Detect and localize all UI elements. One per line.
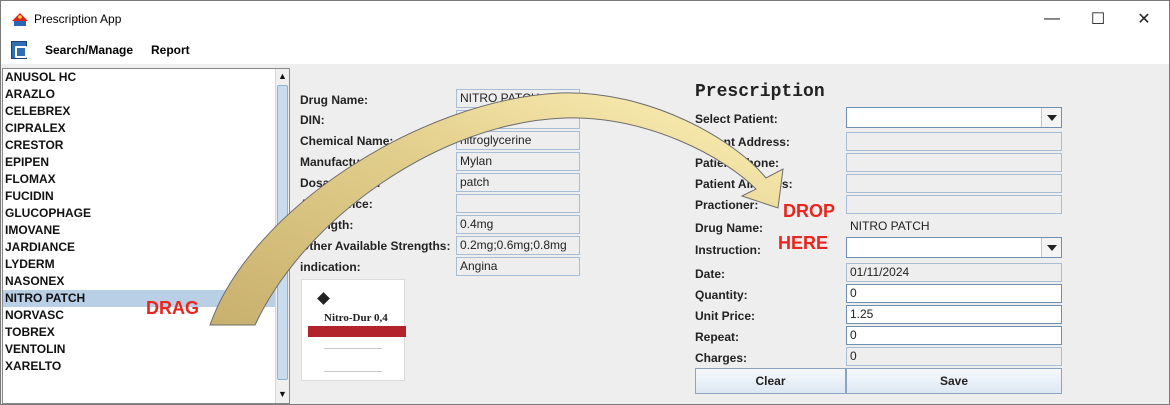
minimize-button[interactable]: — — [1029, 1, 1075, 37]
indication-field: Angina — [456, 257, 580, 276]
drug-name-label: Drug Name: — [300, 93, 369, 107]
patient-allergies-field — [846, 174, 1062, 193]
list-scrollbar[interactable]: ▲ ▼ — [275, 69, 289, 403]
list-item[interactable]: NORVASC — [3, 307, 277, 324]
close-button[interactable]: ✕ — [1121, 1, 1167, 37]
list-item[interactable]: VENTOLIN — [3, 341, 277, 358]
patient-phone-field — [846, 153, 1062, 172]
chemical-name-field: nitroglycerine — [456, 131, 580, 150]
quantity-input[interactable]: 0 — [846, 284, 1062, 303]
appearance-field — [456, 194, 580, 213]
drug-list-panel: ANUSOL HC ARAZLO CELEBREX CIPRALEX CREST… — [2, 68, 290, 404]
menu-report[interactable]: Report — [151, 43, 190, 57]
list-item[interactable]: CIPRALEX — [3, 120, 277, 137]
list-item[interactable]: ARAZLO — [3, 86, 277, 103]
din-label: DIN: — [300, 113, 325, 127]
patient-address-field — [846, 132, 1062, 151]
list-item[interactable]: NASONEX — [3, 273, 277, 290]
select-patient-label: Select Patient: — [695, 112, 778, 126]
quantity-label: Quantity: — [695, 288, 748, 302]
save-button[interactable]: Save — [846, 368, 1062, 394]
date-label: Date: — [695, 267, 726, 281]
menu-bar: Search/Manage Report — [1, 37, 1169, 64]
patient-phone-label: Patient Phone: — [695, 156, 780, 170]
chevron-down-icon[interactable] — [1041, 108, 1061, 127]
other-strengths-label: Other Available Strengths: — [300, 239, 451, 253]
window-title: Prescription App — [34, 12, 122, 26]
drug-package-image: Nitro-Dur 0,4 — [301, 279, 406, 381]
list-item[interactable]: FUCIDIN — [3, 188, 277, 205]
charges-label: Charges: — [695, 351, 748, 365]
drug-list[interactable]: ANUSOL HC ARAZLO CELEBREX CIPRALEX CREST… — [3, 69, 277, 375]
list-item[interactable]: CELEBREX — [3, 103, 277, 120]
dosage-form-label: Dosage Form: — [300, 176, 381, 190]
appearance-label: Appearance: — [300, 197, 373, 211]
strength-label: Strength: — [300, 218, 354, 232]
list-item[interactable]: GLUCOPHAGE — [3, 205, 277, 222]
rx-drug-name-label: Drug Name: — [695, 221, 764, 235]
manufacturer-label: Manufacturer: — [300, 155, 381, 169]
list-item[interactable]: FLOMAX — [3, 171, 277, 188]
instruction-dropdown[interactable] — [846, 237, 1062, 258]
other-strengths-field: 0.2mg;0.6mg;0.8mg — [456, 236, 580, 255]
calculator-icon — [11, 41, 27, 59]
scroll-thumb[interactable] — [277, 85, 288, 380]
clear-button[interactable]: Clear — [695, 368, 846, 394]
chevron-down-icon[interactable] — [1041, 238, 1061, 257]
drug-name-field: NITRO PATCH — [456, 89, 580, 108]
strength-field: 0.4mg — [456, 215, 580, 234]
date-field: 01/11/2024 — [846, 263, 1062, 282]
list-item[interactable]: LYDERM — [3, 256, 277, 273]
indication-label: indication: — [300, 260, 361, 274]
list-item[interactable]: TOBREX — [3, 324, 277, 341]
title-bar: Prescription App — ☐ ✕ — [1, 1, 1169, 37]
list-item[interactable]: JARDIANCE — [3, 239, 277, 256]
select-patient-dropdown[interactable] — [846, 107, 1062, 128]
package-brand-text: Nitro-Dur 0,4 — [324, 312, 388, 324]
scroll-up-icon[interactable]: ▲ — [276, 69, 289, 83]
app-window: Prescription App — ☐ ✕ Search/Manage Rep… — [0, 0, 1170, 405]
charges-field: 0 — [846, 347, 1062, 366]
dosage-form-field: patch — [456, 173, 580, 192]
list-item-selected[interactable]: NITRO PATCH — [3, 290, 277, 307]
maximize-button[interactable]: ☐ — [1075, 1, 1121, 37]
repeat-input[interactable]: 0 — [846, 326, 1062, 345]
rx-drug-name-field: NITRO PATCH — [850, 219, 930, 233]
list-item[interactable]: ANUSOL HC — [3, 69, 277, 86]
prescription-title: Prescription — [695, 82, 825, 102]
repeat-label: Repeat: — [695, 330, 740, 344]
practioner-field — [846, 195, 1062, 214]
din-field: 2407450 — [456, 110, 580, 129]
package-logo-icon — [317, 292, 330, 305]
package-red-band — [308, 326, 406, 337]
manufacturer-field: Mylan — [456, 152, 580, 171]
package-fine-print — [324, 348, 382, 372]
list-item[interactable]: EPIPEN — [3, 154, 277, 171]
instruction-label: Instruction: — [695, 243, 761, 257]
unit-price-input[interactable]: 1.25 — [846, 305, 1062, 324]
patient-address-label: Patient Address: — [695, 135, 790, 149]
list-item[interactable]: CRESTOR — [3, 137, 277, 154]
patient-allergies-label: Patient Allergies: — [695, 177, 793, 191]
app-logo-icon — [12, 13, 28, 26]
practioner-label: Practioner: — [695, 198, 759, 212]
unit-price-label: Unit Price: — [695, 309, 756, 323]
scroll-down-icon[interactable]: ▼ — [276, 387, 289, 401]
list-item[interactable]: IMOVANE — [3, 222, 277, 239]
chemical-name-label: Chemical Name: — [300, 134, 394, 148]
list-item[interactable]: XARELTO — [3, 358, 277, 375]
menu-search-manage[interactable]: Search/Manage — [45, 43, 133, 57]
